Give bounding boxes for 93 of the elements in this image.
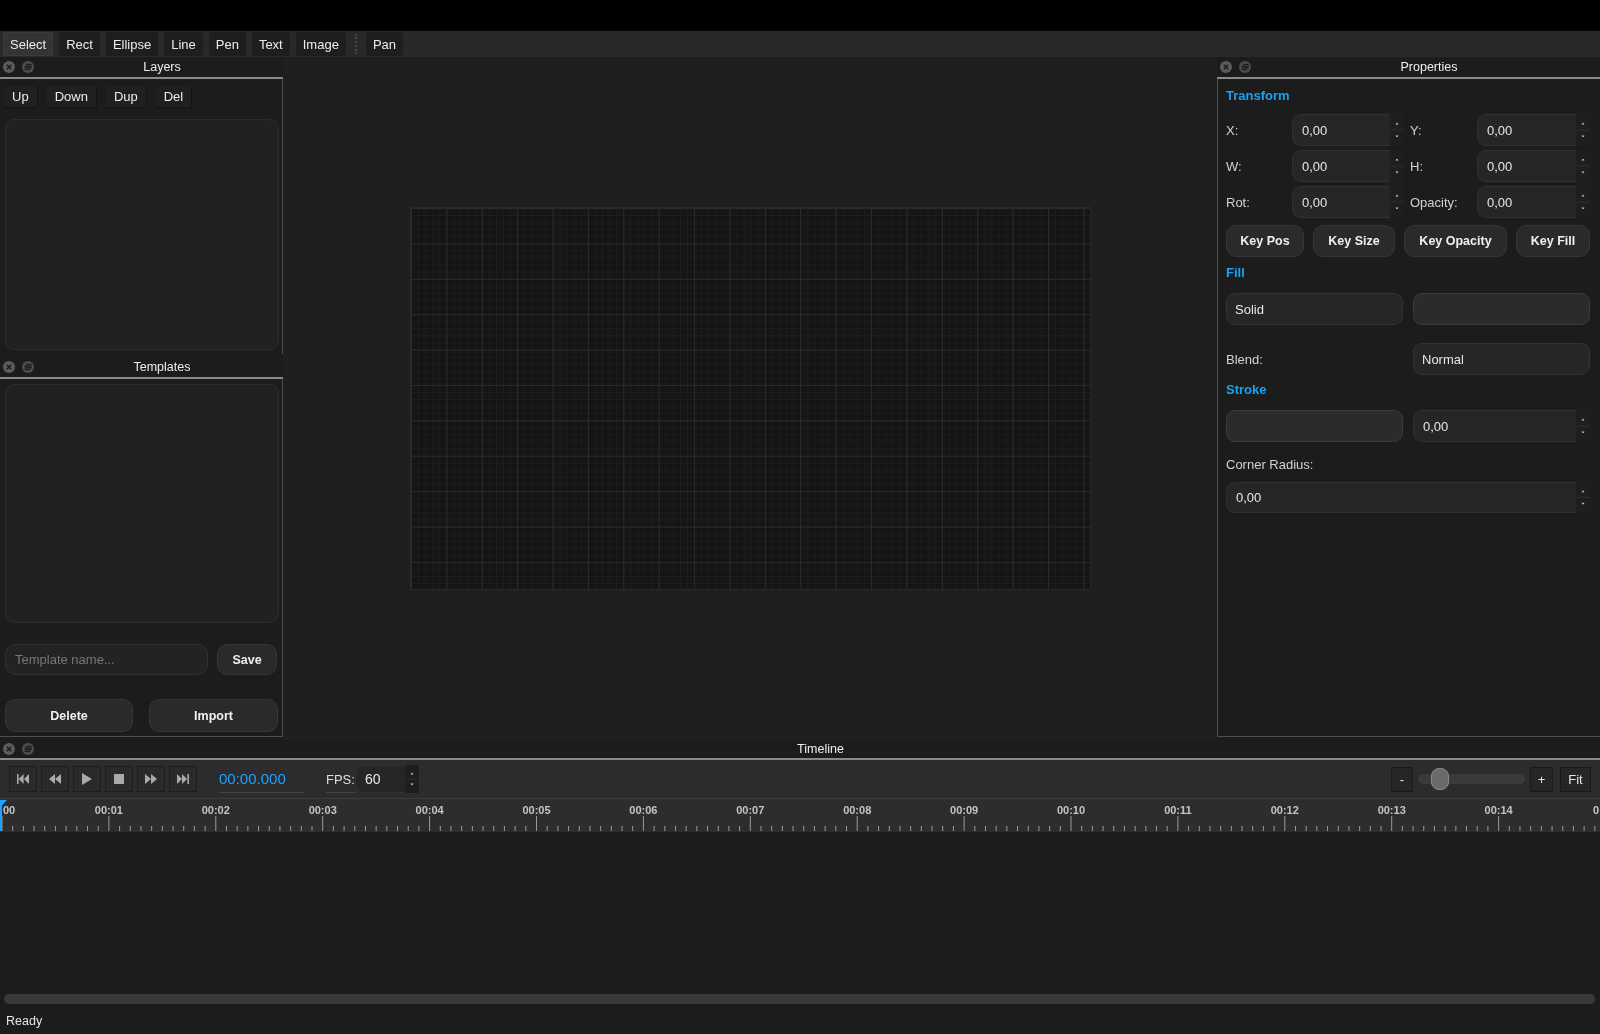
zoom-out-button[interactable]: - (1391, 766, 1413, 792)
field-label: H: (1410, 158, 1423, 174)
field-label: Corner Radius: (1226, 457, 1314, 473)
fill-type-dropdown[interactable]: Solid (1226, 293, 1403, 325)
field-label: Opacity: (1410, 194, 1458, 210)
close-icon[interactable] (3, 61, 15, 73)
number-field[interactable]: 0,00 (1292, 186, 1390, 218)
number-field[interactable]: 0,00 (1413, 410, 1576, 442)
fps-label: FPS: (326, 765, 355, 793)
time-label: 00 (3, 804, 16, 816)
fit-button[interactable]: Fit (1560, 766, 1591, 792)
close-icon[interactable] (3, 743, 15, 755)
template-action-button[interactable]: Import (149, 699, 278, 732)
number-field[interactable]: 0,00 (1477, 150, 1576, 182)
skip-back-icon (17, 774, 29, 784)
template-name-field[interactable]: Template name... (5, 644, 208, 675)
transport-button[interactable] (105, 766, 133, 792)
layer-action-button[interactable]: Del (155, 86, 193, 108)
time-label: 00:01 (94, 804, 123, 816)
section-heading: Transform (1226, 88, 1290, 104)
play-icon (82, 773, 92, 785)
time-label: 00:11 (1164, 804, 1192, 816)
fill-color-button[interactable] (1413, 293, 1590, 325)
time-display: 00:00.000 (219, 765, 304, 793)
stop-icon (114, 774, 124, 784)
fast-forward-icon (145, 774, 157, 784)
number-field[interactable]: 0,00 (1477, 186, 1576, 218)
slider-thumb[interactable] (1431, 768, 1450, 790)
number-field[interactable]: 0,00 (1477, 114, 1576, 146)
time-label: 00:13 (1377, 804, 1406, 816)
field-label: X: (1226, 122, 1239, 138)
transport-button[interactable] (41, 766, 69, 792)
tool-button[interactable]: Pan (365, 32, 403, 56)
time-label: 00:03 (308, 804, 337, 816)
layer-action-button[interactable]: Dup (105, 86, 147, 108)
keyframe-button[interactable]: Key Opacity (1404, 225, 1507, 257)
tool-button[interactable]: Select (3, 32, 54, 56)
template-action-button[interactable]: Delete (5, 699, 133, 732)
tool-button[interactable]: Text (251, 32, 290, 56)
stroke-color-button[interactable] (1226, 410, 1403, 442)
number-field[interactable]: 0,00 (1292, 114, 1390, 146)
section-heading: Fill (1226, 265, 1245, 281)
undock-icon[interactable] (22, 743, 34, 755)
time-label: 00:09 (950, 804, 979, 816)
horizontal-scrollbar[interactable] (4, 994, 1595, 1004)
close-icon[interactable] (1220, 61, 1232, 73)
tool-button[interactable]: Ellipse (105, 32, 159, 56)
keyframe-button[interactable]: Key Fill (1516, 225, 1590, 257)
zoom-in-button[interactable]: + (1530, 766, 1553, 792)
number-field[interactable]: 0,00 (1292, 150, 1390, 182)
field-label: W: (1226, 158, 1242, 174)
tool-button[interactable]: Pen (208, 32, 246, 56)
panel-title: Layers (143, 60, 181, 74)
panel-title: Properties (1400, 60, 1458, 74)
transport-button[interactable] (73, 766, 101, 792)
transport-button[interactable] (169, 766, 197, 792)
transport-button[interactable] (9, 766, 37, 792)
transport-button[interactable] (137, 766, 165, 792)
close-icon[interactable] (3, 361, 15, 373)
field-label: Blend: (1226, 351, 1263, 367)
undock-icon[interactable] (22, 361, 34, 373)
timeline-ruler[interactable]: 00 00:01 00:02 00:03 00:04 00:05 00:06 00:07 00:08 00:09 00:10 00:11 00:12 00:13 00:14 0 (0, 798, 1600, 832)
status-text: Ready (6, 1014, 43, 1028)
undock-icon[interactable] (1239, 61, 1251, 73)
time-label: 00:08 (843, 804, 872, 816)
time-label: 00:14 (1484, 804, 1513, 816)
number-field[interactable]: 60 (354, 765, 405, 793)
undock-icon[interactable] (22, 61, 34, 73)
time-label: 00:05 (522, 804, 551, 816)
section-heading: Stroke (1226, 382, 1267, 398)
panel-title: Templates (133, 360, 191, 374)
layer-action-button[interactable]: Down (46, 86, 97, 108)
tool-button[interactable]: Image (295, 32, 346, 56)
keyframe-button[interactable]: Key Size (1313, 225, 1395, 257)
time-label: 00:06 (629, 804, 658, 816)
field-label: Rot: (1226, 194, 1250, 210)
time-label: 0 (1592, 804, 1599, 816)
skip-forward-icon (177, 774, 189, 784)
time-label: 00:02 (201, 804, 230, 816)
time-label: 00:10 (1056, 804, 1086, 816)
field-label: Y: (1410, 122, 1422, 138)
tool-button[interactable]: Line (164, 32, 203, 56)
save-button[interactable]: Save (217, 644, 277, 675)
keyframe-button[interactable]: Key Pos (1226, 225, 1304, 257)
number-field[interactable]: 0,00 (1226, 482, 1576, 513)
time-label: 00:07 (736, 804, 765, 816)
tool-button[interactable]: Rect (59, 32, 100, 56)
rewind-icon (49, 774, 61, 784)
time-label: 00:12 (1270, 804, 1299, 816)
panel-title: Timeline (797, 742, 844, 756)
layer-action-button[interactable]: Up (4, 86, 38, 108)
blend-dropdown[interactable]: Normal (1413, 343, 1590, 375)
time-label: 00:04 (415, 804, 444, 816)
